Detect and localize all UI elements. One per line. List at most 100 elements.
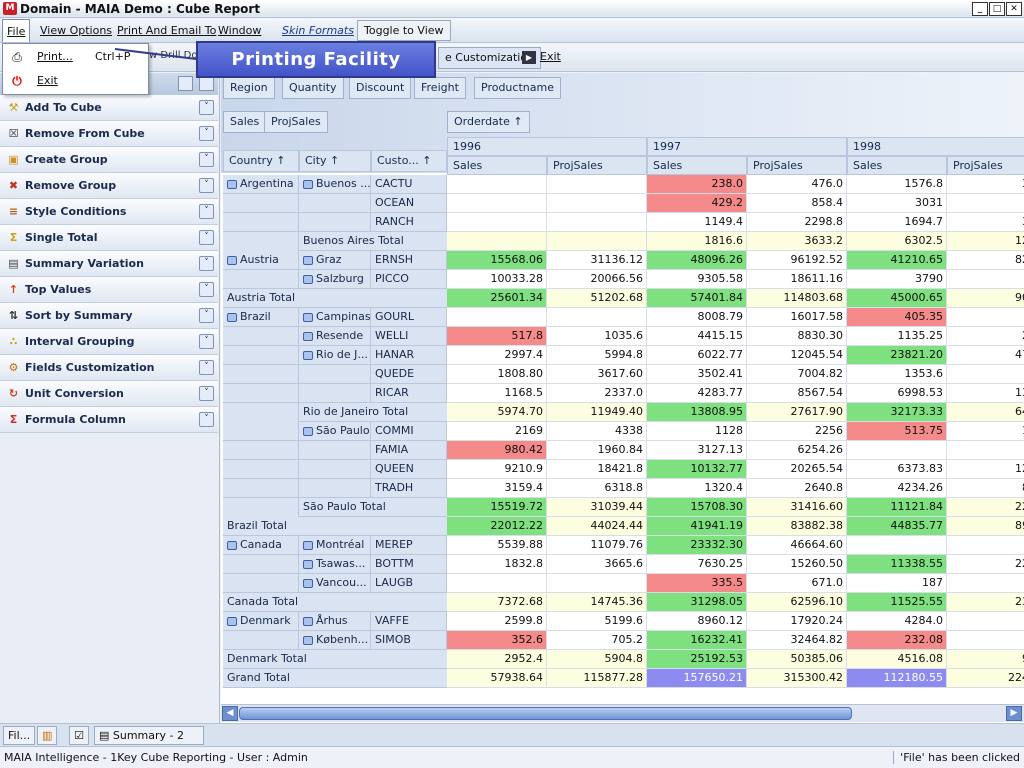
value-cell[interactable]: 8967 — [947, 517, 1024, 536]
value-cell[interactable]: 3790 — [847, 270, 947, 289]
value-cell[interactable]: 405.35 — [847, 308, 947, 327]
value-cell[interactable]: 22436 — [947, 669, 1024, 688]
value-cell[interactable]: 903 — [947, 650, 1024, 669]
value-cell[interactable]: 2952.4 — [447, 650, 547, 669]
value-cell[interactable]: 352.6 — [447, 631, 547, 650]
sidebar-item-create-group[interactable]: ▣ Create Group ˅ — [0, 147, 218, 173]
value-cell[interactable] — [547, 194, 647, 213]
value-cell[interactable]: 1353.6 — [847, 365, 947, 384]
value-cell[interactable]: 3633.2 — [747, 232, 847, 251]
city-cell[interactable]: Rio de J... — [299, 346, 371, 365]
value-cell[interactable]: 3665.6 — [547, 555, 647, 574]
sidebar-item-single-total[interactable]: Σ Single Total ˅ — [0, 225, 218, 251]
value-cell[interactable] — [547, 308, 647, 327]
measure-header[interactable]: Sales — [847, 156, 947, 175]
collapse-icon[interactable] — [303, 426, 313, 436]
value-cell[interactable]: 62596.10 — [747, 593, 847, 612]
value-cell[interactable]: 81 — [947, 308, 1024, 327]
collapse-icon[interactable] — [303, 255, 313, 265]
city-cell[interactable]: Buenos ... — [299, 175, 371, 194]
measure-header[interactable]: ProjSales — [547, 156, 647, 175]
filter-field-quantity[interactable]: Quantity — [282, 77, 344, 99]
city-cell[interactable] — [299, 460, 371, 479]
customer-cell[interactable]: COMMI — [371, 422, 447, 441]
value-cell[interactable]: 15708.30 — [647, 498, 747, 517]
value-cell[interactable]: 22012.22 — [447, 517, 547, 536]
value-cell[interactable]: 705.2 — [547, 631, 647, 650]
value-cell[interactable]: 13808.95 — [647, 403, 747, 422]
country-cell[interactable] — [223, 384, 299, 403]
value-cell[interactable]: 2337.0 — [547, 384, 647, 403]
value-cell[interactable]: 12045.54 — [747, 346, 847, 365]
menu-item-exit[interactable]: ⏻ Exit — [3, 69, 148, 93]
menu-skin-formats[interactable]: Skin Formats — [278, 19, 358, 42]
collapse-icon[interactable] — [303, 350, 313, 360]
collapse-icon[interactable] — [227, 179, 237, 189]
value-cell[interactable]: 18611.16 — [747, 270, 847, 289]
value-cell[interactable]: 157650.21 — [647, 669, 747, 688]
collapse-icon[interactable] — [227, 312, 237, 322]
value-cell[interactable]: 31039.44 — [547, 498, 647, 517]
collapse-icon[interactable] — [303, 635, 313, 645]
value-cell[interactable]: 50385.06 — [747, 650, 847, 669]
value-cell[interactable]: 5904.8 — [547, 650, 647, 669]
value-cell[interactable]: 1128 — [647, 422, 747, 441]
value-cell[interactable]: 23332.30 — [647, 536, 747, 555]
value-cell[interactable]: 7372.68 — [447, 593, 547, 612]
country-cell[interactable] — [223, 270, 299, 289]
value-cell[interactable]: 4234.26 — [847, 479, 947, 498]
value-cell[interactable]: 4415.15 — [647, 327, 747, 346]
customer-cell[interactable]: WELLI — [371, 327, 447, 346]
chevron-down-icon[interactable]: ˅ — [199, 152, 214, 167]
customer-cell[interactable]: RICAR — [371, 384, 447, 403]
value-cell[interactable]: 4516.08 — [847, 650, 947, 669]
value-cell[interactable]: 7004.82 — [747, 365, 847, 384]
country-cell[interactable] — [223, 460, 299, 479]
value-cell[interactable]: 16017.58 — [747, 308, 847, 327]
value-cell[interactable]: 16232.41 — [647, 631, 747, 650]
value-cell[interactable]: 9305.58 — [647, 270, 747, 289]
chevron-down-icon[interactable]: ˅ — [199, 412, 214, 427]
value-cell[interactable]: 102 — [947, 422, 1024, 441]
chevron-down-icon[interactable]: ˅ — [199, 126, 214, 141]
horizontal-scrollbar[interactable]: ◀ ▶ — [221, 704, 1024, 722]
value-cell[interactable]: 18421.8 — [547, 460, 647, 479]
sidebar-item-style-conditions[interactable]: ≡ Style Conditions ˅ — [0, 199, 218, 225]
value-cell[interactable]: 96192.52 — [747, 251, 847, 270]
value-cell[interactable]: 1035.6 — [547, 327, 647, 346]
value-cell[interactable]: 476.0 — [747, 175, 847, 194]
sidebar-item-formula-column[interactable]: Σ Formula Column ˅ — [0, 407, 218, 433]
customer-cell[interactable]: CACTU — [371, 175, 447, 194]
chevron-down-icon[interactable]: ˅ — [199, 178, 214, 193]
value-cell[interactable]: 858.4 — [747, 194, 847, 213]
sidebar-item-summary-variation[interactable]: ▤ Summary Variation ˅ — [0, 251, 218, 277]
value-cell[interactable]: 44835.77 — [847, 517, 947, 536]
chevron-down-icon[interactable]: ˅ — [199, 100, 214, 115]
chart-icon[interactable]: ▥ — [37, 726, 57, 745]
value-cell[interactable]: 1960.84 — [547, 441, 647, 460]
value-cell[interactable]: 114803.68 — [747, 289, 847, 308]
value-cell[interactable]: 7630.25 — [647, 555, 747, 574]
menu-window[interactable]: Window — [214, 19, 265, 42]
data-field-projsales[interactable]: ProjSales — [264, 111, 328, 133]
city-cell[interactable]: Resende — [299, 327, 371, 346]
scroll-thumb[interactable] — [239, 707, 852, 720]
toggle-view-button[interactable]: Toggle to View — [357, 20, 451, 41]
value-cell[interactable]: 15568.06 — [447, 251, 547, 270]
collapse-icon[interactable] — [303, 179, 313, 189]
country-cell[interactable] — [223, 631, 299, 650]
value-cell[interactable]: 2640.8 — [747, 479, 847, 498]
city-cell[interactable]: Graz — [299, 251, 371, 270]
customer-cell[interactable]: LAUGB — [371, 574, 447, 593]
collapse-icon[interactable] — [303, 274, 313, 284]
value-cell[interactable]: 9210.9 — [447, 460, 547, 479]
city-cell[interactable]: Århus — [299, 612, 371, 631]
city-cell[interactable] — [299, 194, 371, 213]
exit-button[interactable]: ▶ Exit — [520, 47, 565, 69]
city-cell[interactable] — [299, 479, 371, 498]
sidebar-item-top-values[interactable]: ↑ Top Values ˅ — [0, 277, 218, 303]
value-cell[interactable]: 846 — [947, 479, 1024, 498]
menu-view-options[interactable]: View Options — [36, 19, 116, 42]
value-cell[interactable]: 1816.6 — [647, 232, 747, 251]
value-cell[interactable]: 11079.76 — [547, 536, 647, 555]
